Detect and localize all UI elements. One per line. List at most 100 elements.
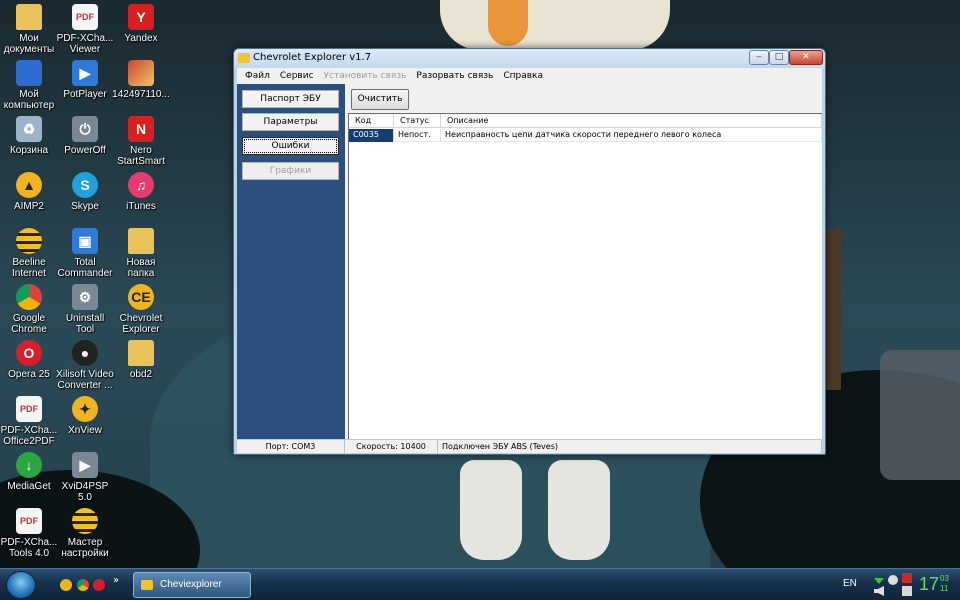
desktop-icon-pdf-office2pdf[interactable]: PDF PDF-XCha... Office2PDF	[0, 396, 58, 447]
beeline-setup-icon	[72, 508, 98, 534]
pdf-icon: PDF	[16, 396, 42, 422]
table-row[interactable]: C0035 Непост. Неисправность цепи датчика…	[349, 129, 822, 142]
desktop-icon-xnview[interactable]: ✦ XnView	[56, 396, 114, 436]
desktop-icon-obd2[interactable]: obd2	[112, 340, 170, 380]
chrome-quicklaunch-icon[interactable]	[77, 579, 89, 591]
language-indicator[interactable]: EN	[843, 578, 857, 589]
desktop-icon-potplayer[interactable]: ▶ PotPlayer	[56, 60, 114, 100]
menu-disconnect[interactable]: Разорвать связь	[411, 71, 498, 81]
volume-icon[interactable]	[874, 586, 884, 596]
desktop-icon-label: PDF-XCha... Viewer	[56, 33, 114, 55]
desktop-icon-pdf-viewer[interactable]: PDF PDF-XCha... Viewer	[56, 4, 114, 55]
desktop-icon-mediaget[interactable]: ↓ MediaGet	[0, 452, 58, 492]
clock-second: 11	[940, 584, 949, 593]
quicklaunch-overflow-icon[interactable]: »	[113, 575, 119, 586]
column-header-description[interactable]: Описание	[441, 114, 822, 128]
desktop-icon-poweroff[interactable]: ⏻ PowerOff	[56, 116, 114, 156]
close-button[interactable]: ✕	[789, 50, 823, 65]
desktop-icon-beeline[interactable]: Beeline Internet	[0, 228, 58, 279]
desktop-icon-label: Новая папка	[126, 257, 156, 279]
desktop-icon-my-documents[interactable]: Мои документы	[0, 4, 58, 55]
xvid-icon: ▶	[72, 452, 98, 478]
clock-minute: 03	[940, 574, 949, 583]
desktop-icon-google-chrome[interactable]: Google Chrome	[0, 284, 58, 335]
mediaget-icon: ↓	[16, 452, 42, 478]
desktop-icon-label: Yandex	[124, 33, 158, 44]
errors-button[interactable]: Ошибки	[242, 137, 339, 155]
minimize-button[interactable]: ‒	[749, 50, 769, 65]
clock[interactable]: 17 03 11	[919, 573, 949, 595]
taskbar-app-label: Cheviexplorer	[160, 579, 222, 590]
folder-icon	[128, 340, 154, 366]
menu-bar: Файл Сервис Установить связь Разорвать с…	[237, 68, 822, 84]
cell-code[interactable]: C0035	[349, 129, 394, 142]
menu-help[interactable]: Справка	[498, 71, 548, 81]
tray-app-icon[interactable]	[888, 575, 898, 585]
desktop-icon-xvid4psp[interactable]: ▶ XviD4PSP 5.0	[56, 452, 114, 503]
wallpaper-child	[460, 455, 610, 560]
video-converter-icon: ●	[72, 340, 98, 366]
desktop-icon-label: iTunes	[126, 201, 156, 212]
menu-file[interactable]: Файл	[240, 71, 275, 81]
aimp-quicklaunch-icon[interactable]	[60, 579, 72, 591]
parameters-button[interactable]: Параметры	[242, 113, 339, 131]
menu-service[interactable]: Сервис	[275, 71, 319, 81]
column-header-status[interactable]: Статус	[394, 114, 441, 128]
desktop-icon-label: Nero StartSmart	[117, 145, 165, 167]
desktop-icon-label: PDF-XCha... Office2PDF	[0, 425, 58, 447]
start-button[interactable]	[6, 571, 36, 599]
status-bar: Порт: COM3 Скорость: 10400 Подключен ЭБУ…	[237, 439, 822, 454]
desktop-icon-video-converter[interactable]: ● Xilisoft Video Converter ...	[56, 340, 114, 391]
desktop-icon-my-computer[interactable]: Мой компьютер	[0, 60, 58, 111]
folder-icon	[128, 228, 154, 254]
desktop-icon-yandex[interactable]: Y Yandex	[112, 4, 170, 44]
desktop-icon-recycle-bin[interactable]: ♻ Корзина	[0, 116, 58, 156]
download-tray-icon[interactable]	[874, 578, 884, 584]
desktop-icon-image-file[interactable]: 142497110...	[112, 60, 170, 100]
desktop-icon-label: Корзина	[9, 145, 49, 156]
desktop-icon-beeline-setup[interactable]: Мастер настройки	[56, 508, 114, 559]
pdf-viewer-icon: PDF	[72, 4, 98, 30]
beeline-icon	[16, 228, 42, 254]
desktop-icon-aimp2[interactable]: ▲ AIMP2	[0, 172, 58, 212]
chevrolet-explorer-icon: CE	[128, 284, 154, 310]
window-titlebar[interactable]: Chevrolet Explorer v1.7 ‒ □ ✕	[234, 49, 825, 68]
desktop-icon-label: obd2	[129, 369, 153, 380]
desktop-icon-chevrolet-explorer[interactable]: CE Chevrolet Explorer	[112, 284, 170, 335]
network-tray-icon[interactable]	[902, 573, 912, 583]
xnview-icon: ✦	[72, 396, 98, 422]
dtc-table: Код Статус Описание C0035 Непост. Неиспр…	[348, 113, 822, 439]
desktop-icon-uninstall-tool[interactable]: ⚙ Uninstall Tool	[56, 284, 114, 335]
taskbar-app-button[interactable]: Cheviexplorer	[133, 572, 251, 598]
status-speed: Скорость: 10400	[345, 440, 438, 454]
desktop-icon-opera[interactable]: O Opera 25	[0, 340, 58, 380]
desktop-icon-itunes[interactable]: ♫ iTunes	[112, 172, 170, 212]
desktop-icon-label: Xilisoft Video Converter ...	[56, 369, 114, 391]
desktop-icon-total-commander[interactable]: ▣ Total Commander	[56, 228, 114, 279]
clear-button[interactable]: Очистить	[351, 89, 409, 110]
opera-quicklaunch-icon[interactable]	[93, 579, 105, 591]
table-header: Код Статус Описание	[349, 114, 822, 128]
nav-panel: Паспорт ЭБУ Параметры Ошибки Графики	[237, 84, 345, 439]
ecu-passport-button[interactable]: Паспорт ЭБУ	[242, 90, 339, 108]
desktop-icon-new-folder[interactable]: Новая папка	[112, 228, 170, 279]
computer-icon	[16, 60, 42, 86]
desktop-icon-label: Total Commander	[57, 257, 113, 279]
desktop-icon-label: Мой компьютер	[3, 89, 55, 111]
desktop-icon-nero[interactable]: N Nero StartSmart	[112, 116, 170, 167]
graphs-button: Графики	[242, 162, 339, 180]
maximize-button[interactable]: □	[769, 50, 789, 65]
itunes-icon: ♫	[128, 172, 154, 198]
cell-description[interactable]: Неисправность цепи датчика скорости пере…	[441, 129, 822, 142]
flag-tray-icon[interactable]	[902, 586, 912, 596]
desktop-icon-label: 142497110...	[112, 89, 170, 100]
column-header-code[interactable]: Код	[349, 114, 394, 128]
desktop-icon-label: Skype	[71, 201, 99, 212]
menu-connect: Установить связь	[323, 71, 407, 81]
cell-status[interactable]: Непост.	[394, 129, 441, 142]
desktop-icon-pdf-tools[interactable]: PDF PDF-XCha... Tools 4.0	[0, 508, 58, 559]
poweroff-icon: ⏻	[72, 116, 98, 142]
errors-panel: Очистить Код Статус Описание C0035 Непос…	[345, 84, 822, 439]
desktop-icon-label: PDF-XCha... Tools 4.0	[0, 537, 58, 559]
desktop-icon-skype[interactable]: S Skype	[56, 172, 114, 212]
